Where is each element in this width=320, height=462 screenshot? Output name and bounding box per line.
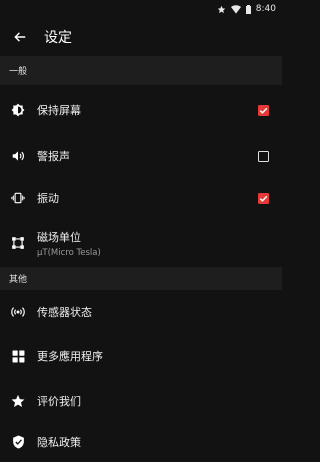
battery-icon <box>245 4 251 14</box>
brightness-icon <box>9 101 27 119</box>
shield-icon <box>9 433 27 451</box>
menu-label: 评价我们 <box>37 394 81 408</box>
setting-alarm-sound[interactable]: 警报声 <box>0 135 282 177</box>
vibration-checkbox[interactable] <box>258 192 269 204</box>
wifi-icon <box>230 4 241 14</box>
page-title: 设定 <box>44 30 72 46</box>
apps-grid-icon <box>9 347 27 365</box>
setting-magnetic-unit[interactable]: 磁场单位 μT(Micro Tesla) <box>0 219 282 267</box>
setting-label: 振动 <box>37 192 59 205</box>
sensor-status-icon <box>9 303 27 321</box>
menu-sensor-status[interactable]: 传感器状态 <box>0 290 282 334</box>
app-toolbar: 设定 <box>0 18 282 56</box>
vibration-icon <box>9 189 27 207</box>
menu-rate-us[interactable]: 评价我们 <box>0 378 282 423</box>
alarm-sound-checkbox[interactable] <box>258 150 269 162</box>
magnet-unit-icon <box>9 234 27 252</box>
menu-label: 隐私政策 <box>37 436 81 449</box>
menu-privacy-policy[interactable]: 隐私政策 <box>0 423 282 461</box>
menu-label: 传感器状态 <box>37 306 92 319</box>
star-icon <box>9 392 27 410</box>
keep-screen-checkbox[interactable] <box>258 104 269 116</box>
menu-more-apps[interactable]: 更多應用程序 <box>0 334 282 378</box>
setting-keep-screen-on[interactable]: 保持屏幕 <box>0 85 282 135</box>
star-notification-icon <box>217 5 226 14</box>
setting-label: 保持屏幕 <box>37 104 81 117</box>
setting-vibration[interactable]: 振动 <box>0 177 282 219</box>
setting-label: 磁场单位 <box>37 230 81 244</box>
section-header-general: 一般 <box>0 56 282 85</box>
setting-label: 警报声 <box>37 150 70 163</box>
status-bar: 8:40 <box>0 0 282 18</box>
back-arrow-icon[interactable] <box>10 27 30 47</box>
magnetic-unit-value: μT(Micro Tesla) <box>37 247 101 258</box>
menu-label: 更多應用程序 <box>37 350 103 363</box>
clock-time: 8:40 <box>255 4 276 14</box>
volume-icon <box>9 147 27 165</box>
section-header-other: 其他 <box>0 267 282 290</box>
